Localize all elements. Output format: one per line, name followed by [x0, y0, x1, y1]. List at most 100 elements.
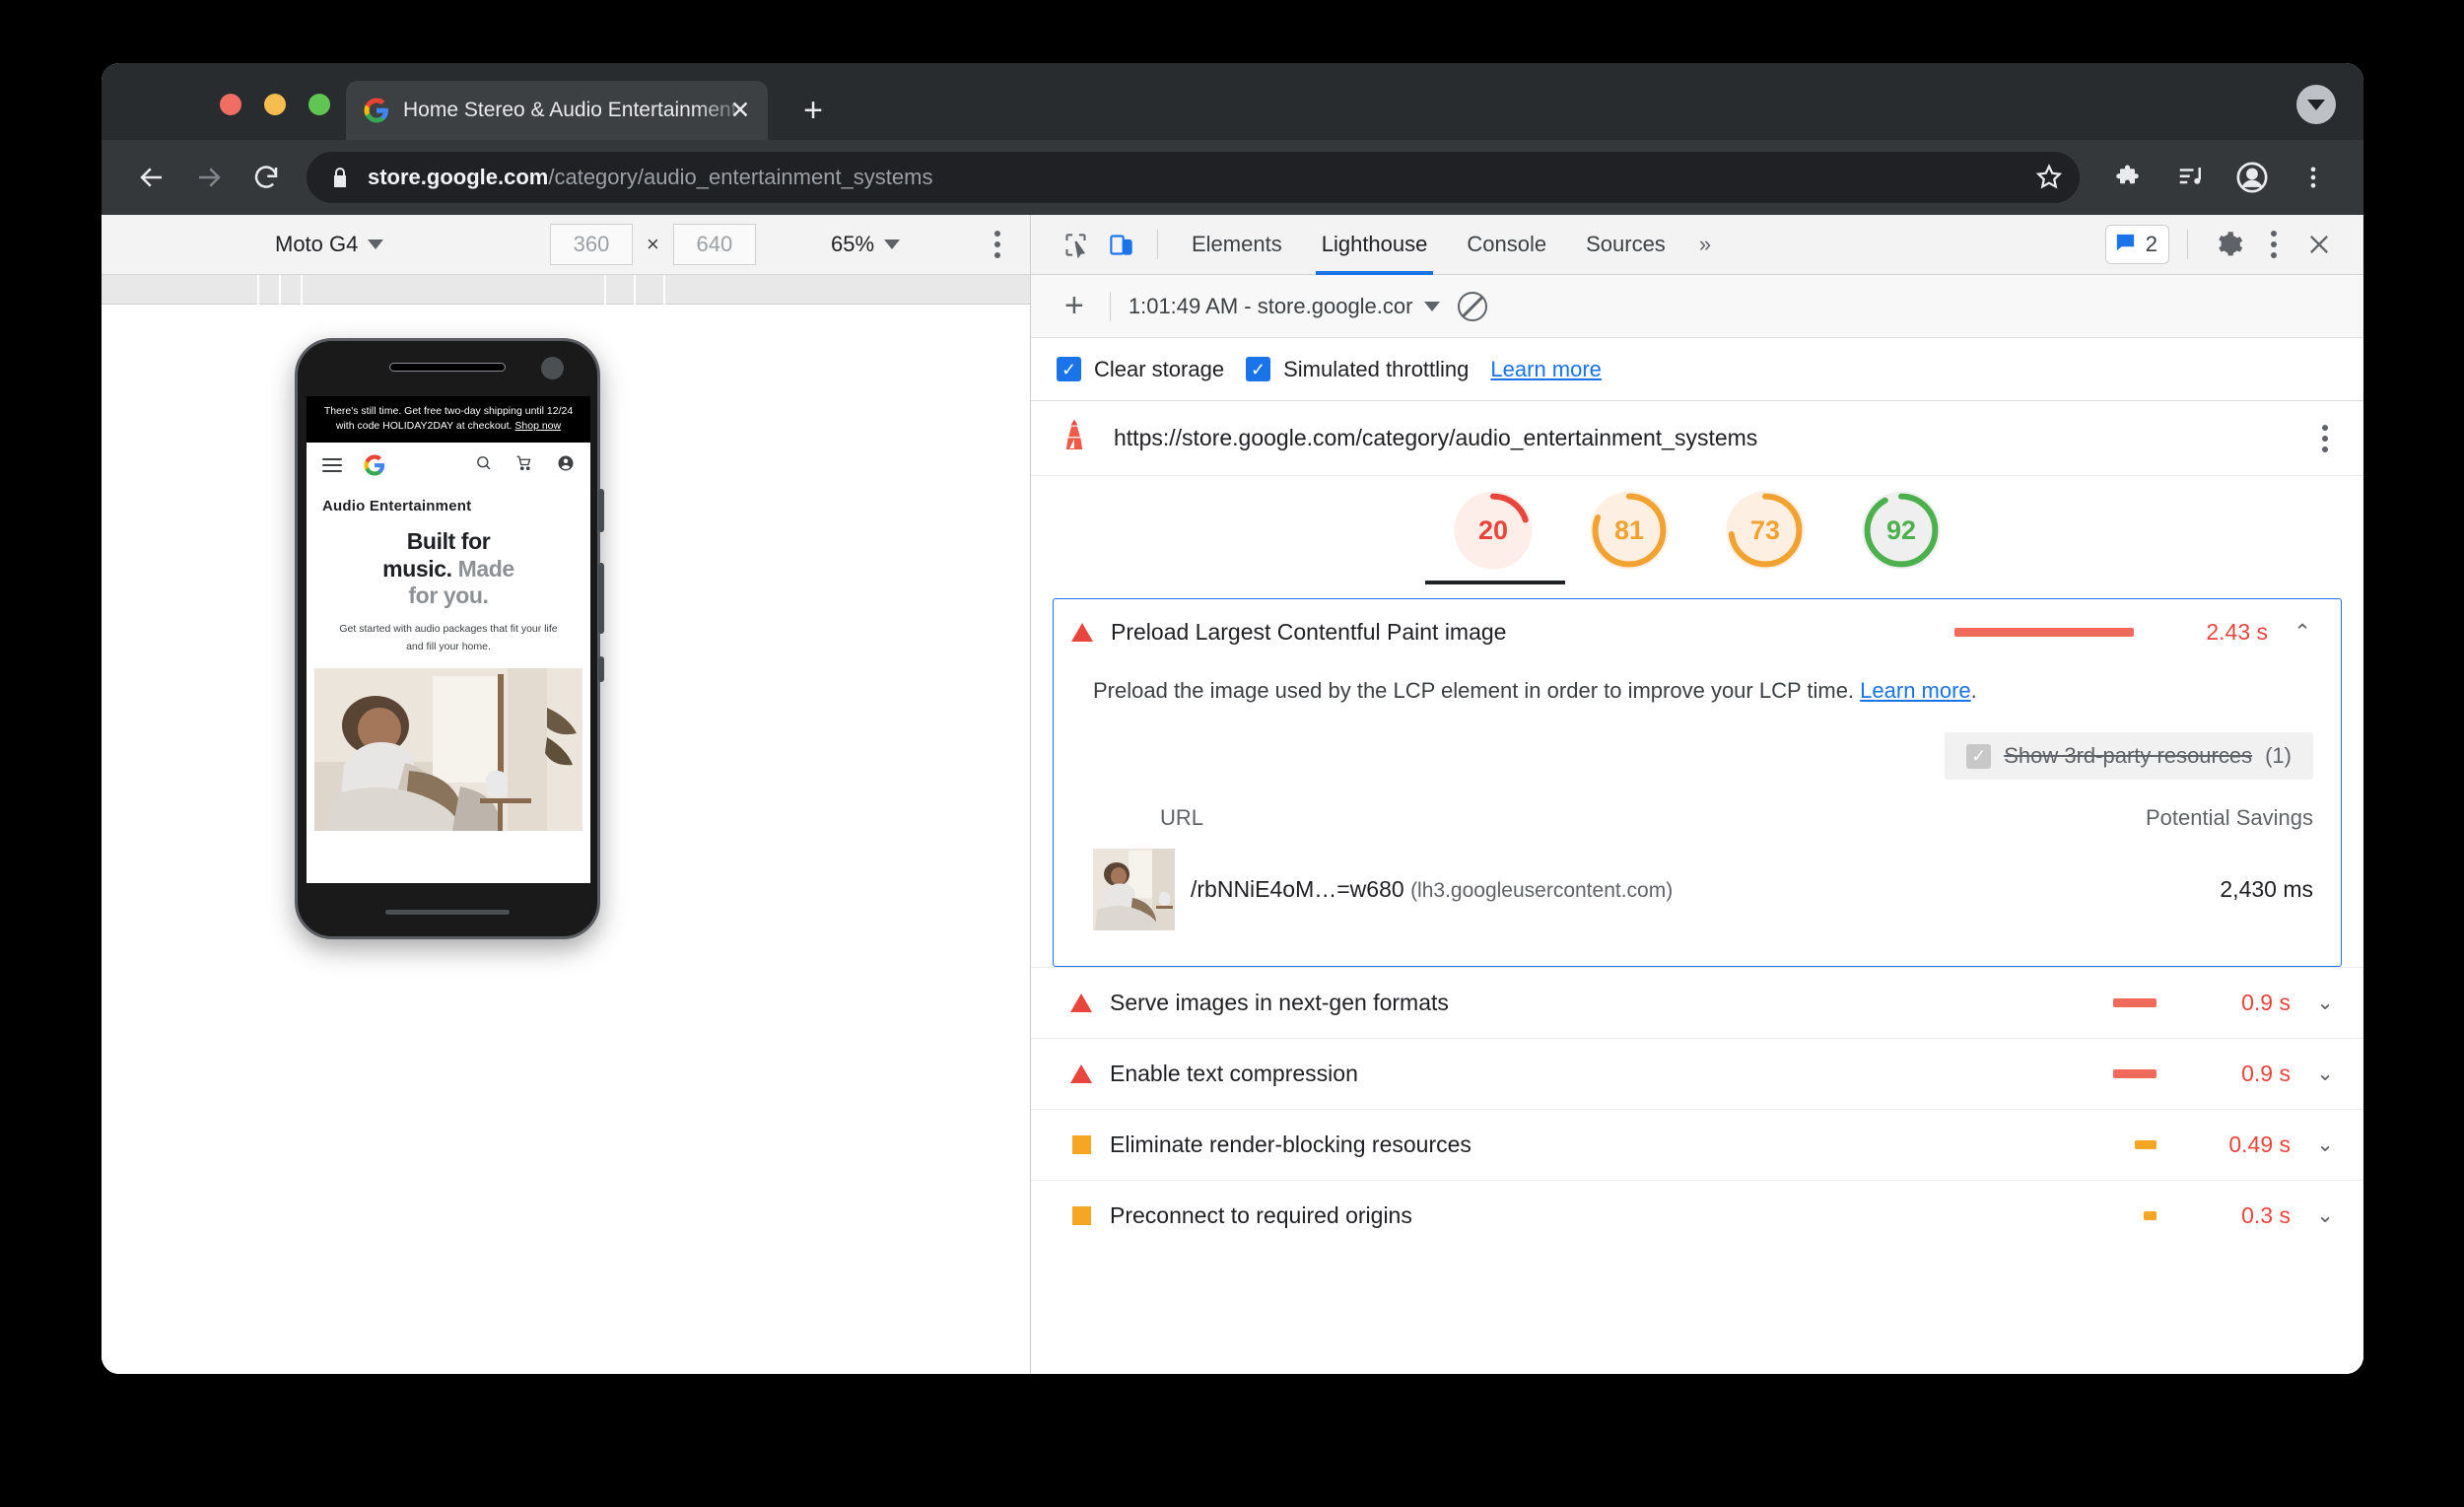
hamburger-menu-icon[interactable]: [322, 458, 342, 473]
promo-link[interactable]: Shop now: [514, 420, 561, 432]
learn-more-link[interactable]: Learn more: [1490, 357, 1602, 382]
table-row: /rbNNiE4oM…=w680 (lh3.googleusercontent.…: [1093, 843, 2319, 946]
three-dot-menu-icon[interactable]: [2289, 153, 2338, 202]
viewport-height-input[interactable]: 640: [672, 224, 756, 265]
audit-row[interactable]: Preconnect to required origins 0.3 s ⌄: [1031, 1180, 2363, 1251]
search-icon[interactable]: [475, 454, 492, 476]
tab-list-dropdown-icon[interactable]: [2296, 85, 2336, 124]
tab-console[interactable]: Console: [1447, 215, 1566, 275]
device-toolbar-more-icon[interactable]: [994, 231, 1000, 258]
zoom-selector[interactable]: 65%: [831, 232, 901, 257]
audit-metric: 0.9 s: [2241, 990, 2291, 1015]
audit-list: Preload Largest Contentful Paint image 2…: [1031, 584, 2363, 1374]
tab-lighthouse[interactable]: Lighthouse: [1302, 215, 1448, 275]
hero-subtitle: Get started with audio packages that fit…: [339, 622, 558, 652]
audit-row[interactable]: Eliminate render-blocking resources 0.49…: [1031, 1109, 2363, 1180]
new-audit-button[interactable]: +: [1057, 287, 1092, 325]
show-third-party-checkbox[interactable]: ✓ Show 3rd-party resources (1): [1945, 732, 2313, 780]
clear-all-icon[interactable]: [1458, 291, 1488, 321]
audit-row[interactable]: Enable text compression 0.9 s ⌄: [1031, 1038, 2363, 1109]
new-tab-button[interactable]: +: [796, 94, 830, 128]
gauge-value: 73: [1749, 514, 1781, 545]
row-url-path: /rbNNiE4oM…=w680: [1191, 876, 1404, 902]
device-toolbar-toggle-icon[interactable]: [1098, 222, 1143, 267]
audit-metric: 2.43 s: [2206, 618, 2268, 645]
audit-learn-more-link[interactable]: Learn more: [1860, 678, 1971, 703]
chevron-down-icon[interactable]: ⌄: [2308, 1062, 2342, 1086]
severity-triangle-icon: [1070, 1064, 1092, 1083]
run-selector[interactable]: 1:01:49 AM - store.google.cor: [1129, 294, 1441, 319]
gauge-accessibility[interactable]: 81: [1587, 488, 1672, 573]
media-control-icon[interactable]: [2166, 153, 2216, 202]
dimension-separator: ×: [647, 232, 659, 256]
inspect-element-icon[interactable]: [1053, 222, 1098, 267]
puzzle-piece-icon[interactable]: [2105, 153, 2155, 202]
report-url-bar: https://store.google.com/category/audio_…: [1031, 401, 2363, 476]
chevron-down-icon[interactable]: ⌄: [2308, 1132, 2342, 1157]
chevron-down-icon[interactable]: ⌄: [2308, 1203, 2342, 1228]
shopping-cart-icon[interactable]: [515, 454, 533, 477]
severity-square-icon: [1070, 1206, 1092, 1225]
audit-title: Enable text compression: [1110, 1061, 1358, 1086]
browser-tab[interactable]: Home Stereo & Audio Entertainment ✕: [346, 81, 768, 140]
viewport-width-input[interactable]: 360: [550, 224, 633, 265]
chevron-up-icon[interactable]: ⌃: [2286, 620, 2319, 645]
simulated-throttling-checkbox[interactable]: ✓ Simulated throttling: [1246, 357, 1469, 382]
chevron-down-icon[interactable]: ⌄: [2308, 991, 2342, 1015]
forward-arrow-icon[interactable]: [180, 149, 238, 206]
browser-toolbar: store.google.com/category/audio_entertai…: [102, 140, 2363, 215]
clear-storage-label: Clear storage: [1094, 356, 1225, 381]
profile-avatar-icon[interactable]: [2227, 153, 2277, 202]
account-circle-icon[interactable]: [557, 454, 575, 477]
back-arrow-icon[interactable]: [123, 149, 180, 206]
zoom-level: 65%: [831, 232, 875, 256]
gauge-seo[interactable]: 92: [1859, 488, 1944, 573]
table-header-row: URL Potential Savings: [1093, 780, 2319, 843]
more-tabs-icon[interactable]: »: [1685, 215, 1725, 275]
gauge-performance[interactable]: 20: [1451, 488, 1536, 573]
column-header-savings: Potential Savings: [2146, 805, 2313, 830]
viewport-dimensions: 360 × 640: [550, 224, 756, 265]
audit-metric: 0.49 s: [2228, 1131, 2291, 1157]
audit-header[interactable]: Preload Largest Contentful Paint image 2…: [1054, 599, 2341, 664]
maximize-window-button[interactable]: [308, 94, 330, 115]
toolbar-divider: [1109, 291, 1111, 321]
column-header-url: URL: [1160, 805, 1204, 830]
site-nav-actions: [475, 454, 575, 477]
issues-button[interactable]: 2: [2104, 225, 2169, 264]
audit-expanded: Preload Largest Contentful Paint image 2…: [1053, 598, 2342, 967]
hero-line-1: Built for: [406, 528, 491, 555]
phone-side-button: [598, 489, 604, 532]
reload-icon[interactable]: [238, 149, 295, 206]
audit-description-period: .: [1970, 678, 1977, 703]
report-menu-icon[interactable]: [2316, 424, 2334, 452]
hero-heading: Built for music. Made for you.: [307, 518, 590, 616]
row-url[interactable]: /rbNNiE4oM…=w680 (lh3.googleusercontent.…: [1191, 876, 2018, 903]
close-tab-button[interactable]: ✕: [726, 97, 754, 124]
gear-icon[interactable]: [2206, 222, 2251, 267]
issues-count: 2: [2145, 232, 2157, 256]
gauge-best-practices[interactable]: 73: [1723, 488, 1808, 573]
device-selector[interactable]: Moto G4: [275, 232, 384, 257]
tab-elements[interactable]: Elements: [1172, 215, 1302, 275]
phone-earpiece: [389, 363, 506, 372]
minimize-window-button[interactable]: [264, 94, 286, 115]
url-host: store.google.com: [368, 165, 549, 189]
window-controls[interactable]: [220, 94, 330, 115]
audit-metric: 0.3 s: [2241, 1202, 2291, 1228]
devtools-more-icon[interactable]: [2255, 231, 2293, 258]
hero-line-3: for you.: [408, 582, 489, 608]
toolbar-divider: [2187, 230, 2188, 259]
close-window-button[interactable]: [220, 94, 241, 115]
bookmark-star-icon[interactable]: [2034, 163, 2064, 192]
severity-triangle-icon: [1071, 622, 1093, 642]
simulated-throttling-label: Simulated throttling: [1283, 356, 1470, 381]
close-icon[interactable]: [2296, 222, 2342, 267]
clear-storage-checkbox[interactable]: ✓ Clear storage: [1057, 357, 1224, 382]
address-bar[interactable]: store.google.com/category/audio_entertai…: [307, 152, 2080, 203]
tab-sources[interactable]: Sources: [1566, 215, 1685, 275]
audit-title: Preload Largest Contentful Paint image: [1111, 618, 1507, 645]
audit-title: Preconnect to required origins: [1110, 1202, 1412, 1228]
tab-strip: Home Stereo & Audio Entertainment ✕ +: [102, 63, 2363, 140]
audit-row[interactable]: Serve images in next-gen formats 0.9 s ⌄: [1031, 967, 2363, 1038]
